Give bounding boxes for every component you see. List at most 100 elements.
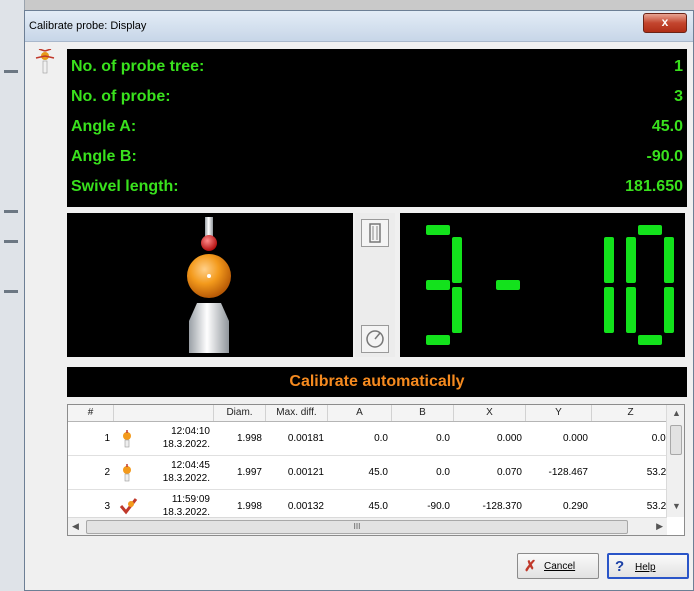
column-header-a[interactable]: A (328, 405, 392, 421)
checkmark-probe-icon (119, 498, 138, 515)
y-value: 0.290 (562, 501, 588, 512)
segment-e (626, 287, 636, 333)
info-label: No. of probe tree: (71, 58, 205, 75)
segment-a (638, 225, 662, 235)
info-value: 181.650 (625, 178, 683, 195)
reset-display-button[interactable] (361, 325, 389, 353)
table-row[interactable]: 2 12:04:45 18.3.2022. 1.997 0.00121 45.0… (68, 456, 669, 490)
help-button[interactable]: ? Help (607, 553, 689, 579)
calibration-history-table: # Diam. Max. diff. A B X Y Z 1 12:04:10 … (67, 404, 685, 536)
info-label: No. of probe: (71, 88, 171, 105)
y-value: -128.467 (548, 467, 588, 478)
background-mark (4, 70, 18, 73)
vertical-scroll-thumb[interactable] (670, 425, 682, 455)
diam-value: 1.998 (236, 433, 262, 444)
z-value: 0.0( (651, 433, 669, 444)
a-value: 0.0 (374, 433, 388, 444)
close-icon: x (661, 15, 669, 29)
calibration-date: 18.3.2022. (162, 473, 210, 484)
b-value: 0.0 (436, 433, 450, 444)
scroll-left-icon[interactable]: ◀ (72, 521, 79, 532)
background-app-strip (0, 0, 25, 591)
info-label: Swivel length: (71, 178, 179, 195)
calibration-time: 12:04:10 (171, 426, 210, 437)
a-value: 45.0 (368, 501, 388, 512)
info-value: 3 (674, 88, 683, 105)
segment-b (604, 237, 614, 283)
calibration-time: 12:04:45 (171, 460, 210, 471)
help-label: Help (635, 562, 656, 573)
b-value: -90.0 (427, 501, 450, 512)
background-mark (4, 240, 18, 243)
probe-stylus-icon (187, 217, 231, 353)
cancel-button[interactable]: ✗ Cancel (517, 553, 599, 579)
info-row: No. of probe tree: 1 (71, 53, 683, 81)
calibrate-label: Calibrate automatically (289, 373, 465, 390)
segment-d (426, 335, 450, 345)
info-row: Swivel length: 181.650 (71, 173, 683, 201)
info-label: Angle A: (71, 118, 137, 135)
column-header-z[interactable]: Z (592, 405, 669, 421)
segment-d (638, 335, 662, 345)
segment-b (664, 237, 674, 283)
cancel-label: Cancel (544, 561, 576, 572)
display-side-controls (355, 213, 395, 357)
x-value: 0.000 (496, 433, 522, 444)
segment-f (626, 237, 636, 283)
column-header-diam[interactable]: Diam. (214, 405, 266, 421)
diam-value: 1.997 (236, 467, 262, 478)
a-value: 45.0 (368, 467, 388, 478)
help-question-icon: ? (615, 558, 625, 575)
table-row[interactable]: 3 11:59:09 18.3.2022. 1.998 0.00132 45.0… (68, 490, 667, 518)
table-header: # Diam. Max. diff. A B X Y Z (68, 405, 667, 422)
segment-c (604, 287, 614, 333)
segment-c (452, 287, 462, 333)
scroll-grip-label: III (353, 522, 361, 531)
info-row: Angle A: 45.0 (71, 113, 683, 141)
probe-tree-icon (35, 49, 55, 74)
b-value: 0.0 (436, 467, 450, 478)
title-bar[interactable]: Calibrate probe: Display x (25, 11, 693, 42)
calibration-date: 18.3.2022. (162, 439, 210, 450)
column-header-maxdiff[interactable]: Max. diff. (266, 405, 328, 421)
probe-icon (123, 464, 131, 482)
vertical-scrollbar[interactable]: ▲ ▼ (666, 405, 684, 517)
segment-a (426, 225, 450, 235)
column-header-x[interactable]: X (454, 405, 526, 421)
row-number: 3 (104, 501, 110, 512)
column-header-b[interactable]: B (392, 405, 454, 421)
y-value: 0.000 (562, 433, 588, 444)
column-header-time[interactable] (114, 405, 214, 421)
scroll-up-icon[interactable]: ▲ (672, 408, 681, 418)
calibration-time: 11:59:09 (171, 494, 210, 505)
segment-c (664, 287, 674, 333)
x-value: -128.370 (482, 501, 522, 512)
probe-image-panel (67, 213, 353, 357)
horizontal-scrollbar[interactable]: ◀ III ▶ (68, 517, 667, 535)
column-header-y[interactable]: Y (526, 405, 592, 421)
seven-segment-display: 3- 10 (400, 213, 685, 357)
maxdiff-value: 0.00132 (287, 501, 324, 512)
info-row: No. of probe: 3 (71, 83, 683, 111)
z-value: 53.2: (646, 501, 667, 512)
probe-info-panel: No. of probe tree: 1 No. of probe: 3 Ang… (67, 49, 687, 207)
scroll-right-icon[interactable]: ▶ (656, 521, 663, 532)
info-label: Angle B: (71, 148, 137, 165)
segment-digits (426, 225, 674, 345)
cancel-x-icon: ✗ (524, 558, 537, 575)
info-value: 1 (674, 58, 683, 75)
row-number: 2 (104, 467, 110, 478)
maxdiff-value: 0.00121 (287, 467, 324, 478)
probe-holder-icon (369, 223, 381, 243)
segment-g (496, 280, 520, 290)
probe-change-button[interactable] (361, 219, 389, 247)
scroll-down-icon[interactable]: ▼ (672, 501, 681, 511)
x-value: 0.070 (496, 467, 522, 478)
segment-b (452, 237, 462, 283)
table-row[interactable]: 1 12:04:10 18.3.2022. 1.998 0.00181 0.0 … (68, 422, 669, 456)
diam-value: 1.998 (236, 501, 262, 512)
calibrate-probe-dialog: Calibrate probe: Display x No. of probe … (24, 10, 694, 591)
horizontal-scroll-thumb[interactable]: III (86, 520, 628, 534)
column-header-number[interactable]: # (68, 405, 114, 421)
close-button[interactable]: x (643, 13, 687, 33)
